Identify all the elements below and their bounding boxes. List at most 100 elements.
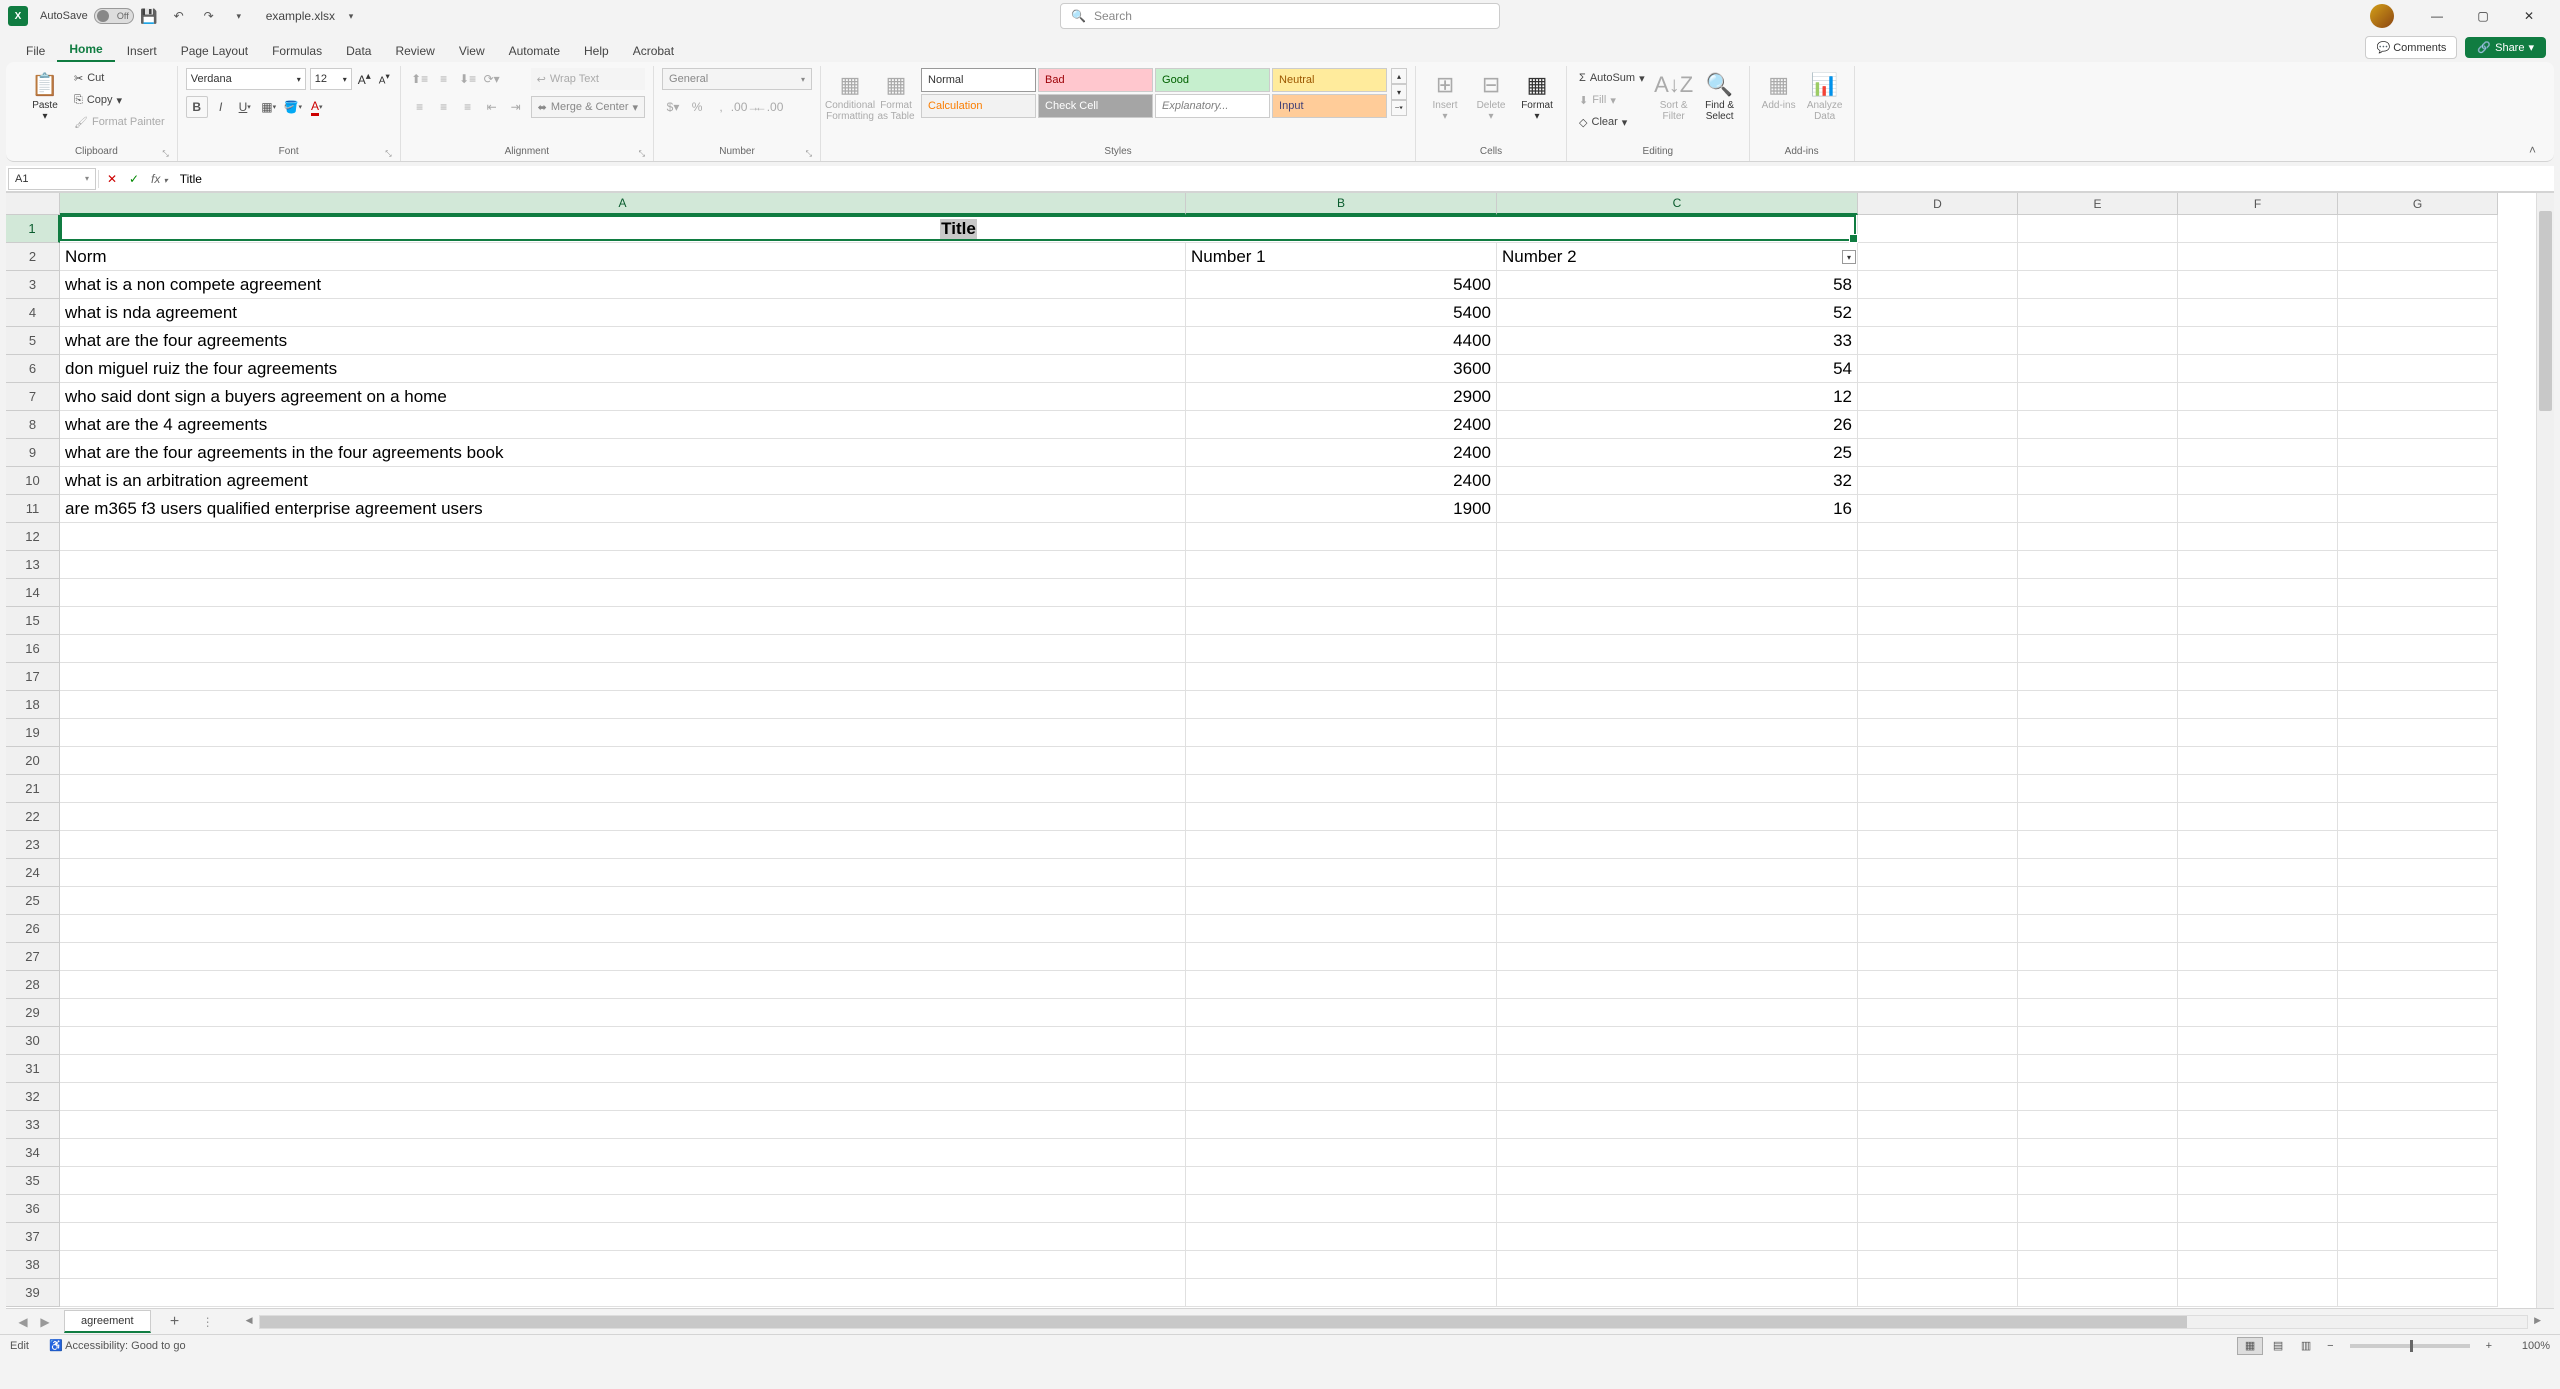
cell-E33[interactable] [2018, 1111, 2178, 1139]
row-header-3[interactable]: 3 [6, 271, 60, 299]
row-header-32[interactable]: 32 [6, 1083, 60, 1111]
comments-button[interactable]: 💬 Comments [2365, 36, 2457, 59]
cell-E16[interactable] [2018, 635, 2178, 663]
cell-D12[interactable] [1858, 523, 2018, 551]
cell-B8[interactable]: 2400 [1186, 411, 1497, 439]
cell-C20[interactable] [1497, 747, 1858, 775]
cell-C26[interactable] [1497, 915, 1858, 943]
accessibility-status[interactable]: ♿ Accessibility: Good to go [49, 1339, 186, 1352]
cell-C2[interactable]: Number 2 [1497, 243, 1858, 271]
cell-A24[interactable] [60, 859, 1186, 887]
cell-B9[interactable]: 2400 [1186, 439, 1497, 467]
styles-gallery-open[interactable]: ⎯▾ [1391, 100, 1407, 116]
cell-F36[interactable] [2178, 1195, 2338, 1223]
tab-data[interactable]: Data [334, 38, 383, 62]
cell-F17[interactable] [2178, 663, 2338, 691]
row-header-31[interactable]: 31 [6, 1055, 60, 1083]
clear-button[interactable]: ◇Clear ▾ [1575, 112, 1649, 132]
cell-E5[interactable] [2018, 327, 2178, 355]
row-header-36[interactable]: 36 [6, 1195, 60, 1223]
tab-acrobat[interactable]: Acrobat [621, 38, 686, 62]
cell-B28[interactable] [1186, 971, 1497, 999]
col-header-G[interactable]: G [2338, 193, 2498, 215]
col-header-A[interactable]: A [60, 193, 1186, 215]
row-header-35[interactable]: 35 [6, 1167, 60, 1195]
close-button[interactable]: ✕ [2506, 1, 2552, 31]
cut-button[interactable]: ✂ Cut [70, 68, 169, 88]
view-page-break-button[interactable]: ▥ [2293, 1337, 2319, 1355]
styles-scroll-up[interactable]: ▴ [1391, 68, 1407, 84]
fx-icon[interactable]: fx ▾ [145, 172, 174, 186]
cell-A8[interactable]: what are the 4 agreements [60, 411, 1186, 439]
cell-A17[interactable] [60, 663, 1186, 691]
cell-A21[interactable] [60, 775, 1186, 803]
row-header-19[interactable]: 19 [6, 719, 60, 747]
cell-G18[interactable] [2338, 691, 2498, 719]
cell-D20[interactable] [1858, 747, 2018, 775]
align-top-button[interactable]: ⬆≡ [409, 68, 431, 90]
cell-C17[interactable] [1497, 663, 1858, 691]
cell-E7[interactable] [2018, 383, 2178, 411]
align-bottom-button[interactable]: ⬇≡ [457, 68, 479, 90]
row-header-13[interactable]: 13 [6, 551, 60, 579]
cell-D4[interactable] [1858, 299, 2018, 327]
percent-button[interactable]: % [686, 96, 708, 118]
cell-B32[interactable] [1186, 1083, 1497, 1111]
cell-G22[interactable] [2338, 803, 2498, 831]
cell-E29[interactable] [2018, 999, 2178, 1027]
increase-decimal-button[interactable]: .00→ [734, 96, 756, 118]
cell-F39[interactable] [2178, 1279, 2338, 1307]
cell-F34[interactable] [2178, 1139, 2338, 1167]
cell-F37[interactable] [2178, 1223, 2338, 1251]
font-name-select[interactable]: Verdana▾ [186, 68, 306, 90]
cell-G35[interactable] [2338, 1167, 2498, 1195]
cell-B7[interactable]: 2900 [1186, 383, 1497, 411]
style-check-cell[interactable]: Check Cell [1038, 94, 1153, 118]
cell-F10[interactable] [2178, 467, 2338, 495]
cell-F26[interactable] [2178, 915, 2338, 943]
cell-C16[interactable] [1497, 635, 1858, 663]
cell-C25[interactable] [1497, 887, 1858, 915]
row-header-21[interactable]: 21 [6, 775, 60, 803]
cell-E9[interactable] [2018, 439, 2178, 467]
cell-G8[interactable] [2338, 411, 2498, 439]
cell-E39[interactable] [2018, 1279, 2178, 1307]
row-header-33[interactable]: 33 [6, 1111, 60, 1139]
cell-D24[interactable] [1858, 859, 2018, 887]
cell-A29[interactable] [60, 999, 1186, 1027]
cell-C28[interactable] [1497, 971, 1858, 999]
cell-G34[interactable] [2338, 1139, 2498, 1167]
row-header-34[interactable]: 34 [6, 1139, 60, 1167]
cell-D16[interactable] [1858, 635, 2018, 663]
cell-F9[interactable] [2178, 439, 2338, 467]
cell-F2[interactable] [2178, 243, 2338, 271]
cell-A22[interactable] [60, 803, 1186, 831]
cell-D9[interactable] [1858, 439, 2018, 467]
redo-button[interactable]: ↷ [195, 4, 223, 28]
cell-C15[interactable] [1497, 607, 1858, 635]
row-header-9[interactable]: 9 [6, 439, 60, 467]
cell-A16[interactable] [60, 635, 1186, 663]
cell-G16[interactable] [2338, 635, 2498, 663]
fill-button[interactable]: ⬇Fill ▾ [1575, 90, 1649, 110]
addins-button[interactable]: ▦Add-ins [1758, 68, 1800, 113]
cell-B25[interactable] [1186, 887, 1497, 915]
cell-D10[interactable] [1858, 467, 2018, 495]
format-painter-button[interactable]: 🖌 Format Painter [70, 112, 169, 132]
conditional-formatting-button[interactable]: ▦ Conditional Formatting [829, 68, 871, 124]
row-header-7[interactable]: 7 [6, 383, 60, 411]
cell-E27[interactable] [2018, 943, 2178, 971]
cell-E34[interactable] [2018, 1139, 2178, 1167]
vertical-scrollbar[interactable] [2536, 193, 2554, 1308]
formula-input[interactable] [174, 168, 2554, 190]
row-header-23[interactable]: 23 [6, 831, 60, 859]
tab-insert[interactable]: Insert [115, 38, 169, 62]
horizontal-scrollbar[interactable]: ◀ ▶ [259, 1315, 2528, 1329]
cell-G27[interactable] [2338, 943, 2498, 971]
cell-B39[interactable] [1186, 1279, 1497, 1307]
sheet-nav-prev[interactable]: ◀ [12, 1311, 34, 1333]
cell-B17[interactable] [1186, 663, 1497, 691]
cell-F22[interactable] [2178, 803, 2338, 831]
cell-E17[interactable] [2018, 663, 2178, 691]
cell-A34[interactable] [60, 1139, 1186, 1167]
